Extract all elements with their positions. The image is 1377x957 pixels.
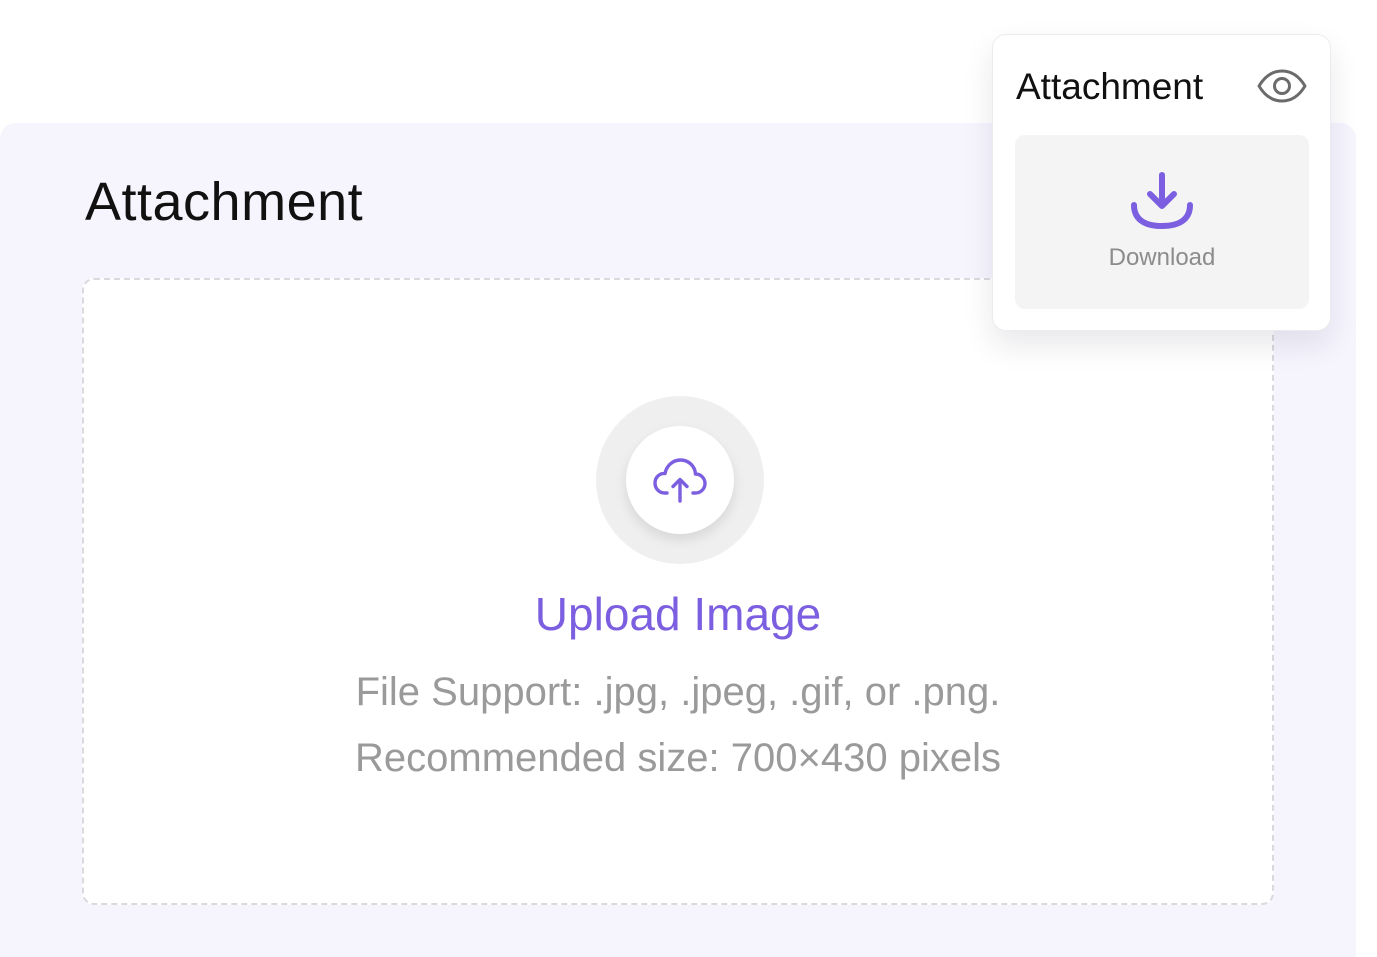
download-label: Download (1108, 244, 1216, 271)
upload-image-link[interactable]: Upload Image (84, 586, 1272, 642)
download-icon (1131, 172, 1193, 230)
attachment-popover: Attachment Download (992, 34, 1331, 331)
preview-button[interactable] (1255, 63, 1309, 109)
upload-dropzone[interactable]: Upload Image File Support: .jpg, .jpeg, … (82, 278, 1274, 905)
upload-icon-ring (596, 396, 764, 564)
card-title: Attachment (85, 172, 364, 232)
attachment-screen: Attachment Upload Image File Support: .j… (0, 0, 1377, 957)
download-button[interactable]: Download (1015, 135, 1309, 309)
eye-icon (1257, 69, 1307, 103)
popover-title: Attachment (1016, 66, 1204, 107)
file-support-text: File Support: .jpg, .jpeg, .gif, or .png… (355, 670, 1001, 714)
recommended-size-text: Recommended size: 700×430 pixels (355, 736, 1001, 780)
upload-icon-circle[interactable] (626, 426, 734, 534)
cloud-upload-icon (653, 458, 707, 503)
